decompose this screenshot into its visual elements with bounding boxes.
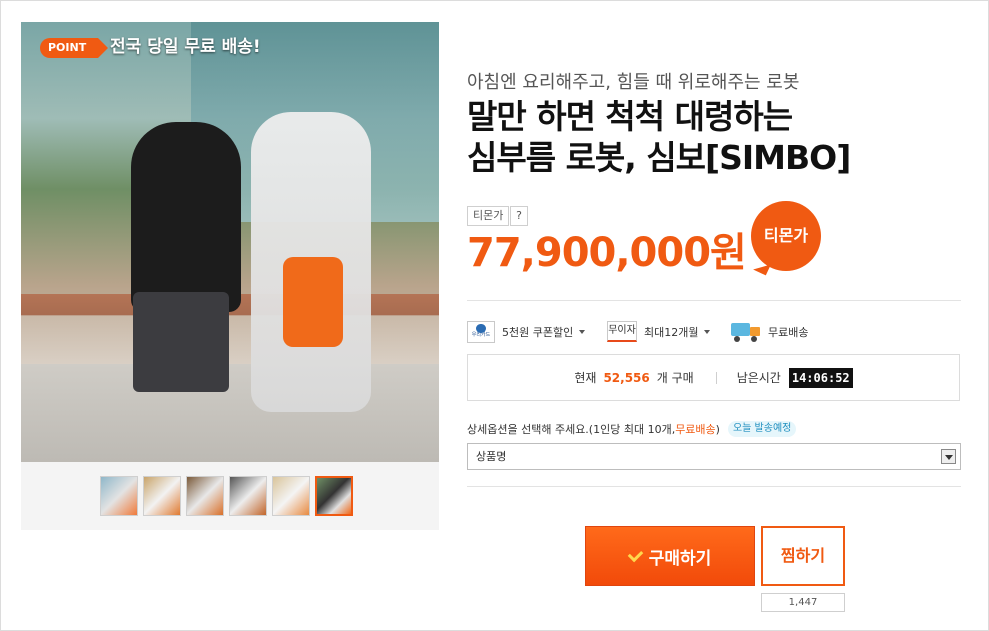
thumbnail-selected[interactable] bbox=[315, 476, 353, 516]
thumbnail[interactable] bbox=[229, 476, 267, 516]
thumbnail[interactable] bbox=[186, 476, 224, 516]
check-icon bbox=[627, 546, 643, 562]
option-instruction-end: ) bbox=[715, 422, 720, 436]
wish-count: 1,447 bbox=[761, 593, 845, 612]
purchase-count: 52,556 bbox=[603, 370, 650, 385]
photo-person bbox=[131, 122, 241, 312]
price-help-button[interactable]: ? bbox=[510, 206, 528, 226]
status-separator bbox=[715, 371, 717, 384]
remaining-label: 남은시간 bbox=[736, 371, 781, 385]
option-select-value: 상품명 bbox=[476, 450, 507, 463]
truck-icon bbox=[731, 321, 761, 343]
main-product-image: POINT 전국 당일 무료 배송! bbox=[21, 22, 439, 462]
point-badge: POINT bbox=[40, 38, 109, 58]
divider bbox=[467, 486, 961, 487]
price-value: 77,900,000원 bbox=[467, 230, 747, 276]
installment-benefit[interactable]: 무이자 최대12개월 bbox=[607, 321, 711, 342]
chevron-down-icon bbox=[579, 330, 586, 334]
truck-wheel bbox=[734, 336, 740, 342]
buy-button[interactable]: 구매하기 bbox=[585, 526, 755, 586]
product-title-line2: 심부름 로봇, 심보[SIMBO] bbox=[467, 138, 851, 177]
coupon-benefit[interactable]: 우리카드 5천원 쿠폰할인 bbox=[467, 321, 586, 343]
buy-label: 구매하기 bbox=[648, 548, 712, 569]
shipping-label: 무료배송 bbox=[768, 326, 809, 339]
dropdown-arrow-icon[interactable] bbox=[941, 449, 956, 464]
photo-robot-accent bbox=[283, 257, 343, 347]
point-text: 전국 당일 무료 배송! bbox=[110, 37, 261, 57]
installment-label: 최대12개월 bbox=[644, 325, 699, 339]
shipping-benefit: 무료배송 bbox=[731, 321, 808, 343]
option-instruction: 상세옵션을 선택해 주세요.(1인당 최대 10개, 무료배송) 오늘 발송예정 bbox=[467, 421, 797, 437]
count-suffix: 개 구매 bbox=[656, 371, 694, 385]
thumbnail-strip bbox=[100, 476, 353, 516]
thumbnail[interactable] bbox=[100, 476, 138, 516]
price-label: 티몬가 bbox=[467, 206, 510, 226]
divider bbox=[467, 300, 961, 301]
price-bubble: 티몬가 bbox=[751, 201, 821, 271]
truck-wheel bbox=[751, 336, 757, 342]
photo-ground bbox=[21, 364, 439, 462]
purchase-status-box: 현재 52,556 개 구매 남은시간 14:06:52 bbox=[467, 354, 960, 401]
option-instruction-text: 상세옵션을 선택해 주세요.(1인당 최대 10개, bbox=[467, 423, 676, 436]
chevron-down-icon bbox=[704, 329, 711, 334]
installment-icon: 무이자 bbox=[607, 321, 637, 342]
option-select[interactable]: 상품명 bbox=[467, 443, 961, 470]
wish-button[interactable]: 찜하기 bbox=[761, 526, 845, 586]
current-label: 현재 bbox=[574, 371, 597, 385]
ship-today-badge: 오늘 발송예정 bbox=[727, 421, 797, 437]
product-title: 말만 하면 척척 대령하는 심부름 로봇, 심보[SIMBO] bbox=[467, 96, 947, 178]
photo-person-legs bbox=[133, 292, 229, 392]
product-subtitle: 아침엔 요리해주고, 힘들 때 위로해주는 로봇 bbox=[467, 72, 800, 93]
card-icon: 우리카드 bbox=[467, 321, 495, 343]
product-gallery: POINT 전국 당일 무료 배송! bbox=[21, 22, 439, 530]
countdown-timer: 14:06:52 bbox=[788, 367, 853, 388]
free-shipping-highlight: 무료배송 bbox=[675, 423, 716, 436]
thumbnail[interactable] bbox=[272, 476, 310, 516]
thumbnail[interactable] bbox=[143, 476, 181, 516]
coupon-label: 5천원 쿠폰할인 bbox=[502, 326, 574, 339]
product-title-line1: 말만 하면 척척 대령하는 bbox=[467, 97, 793, 136]
